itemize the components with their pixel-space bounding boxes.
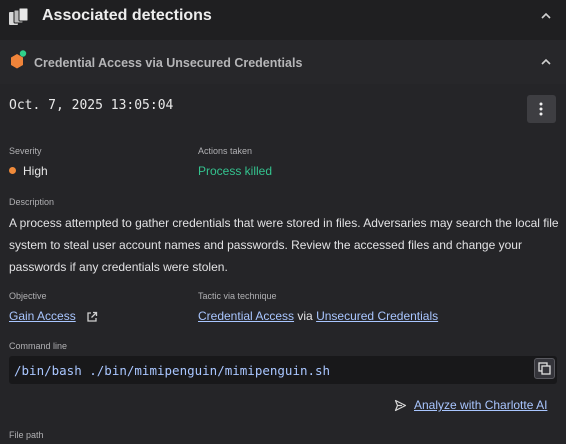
actions-taken-value: Process killed (198, 164, 273, 178)
tactic-line: Credential Access via Unsecured Credenti… (198, 309, 438, 323)
command-line-label: Command line (9, 341, 68, 351)
more-actions-button[interactable] (527, 95, 556, 123)
chevron-up-icon[interactable] (540, 10, 552, 22)
actions-taken-label: Actions taken (198, 146, 253, 156)
copy-icon (538, 362, 551, 375)
copy-command-button[interactable] (534, 358, 555, 379)
panel-title: Associated detections (42, 7, 212, 24)
severity-value: High (23, 164, 48, 178)
description-text: A process attempted to gather credential… (9, 216, 559, 274)
tactic-via-text: via (297, 309, 313, 323)
detection-title: Credential Access via Unsecured Credenti… (34, 56, 303, 70)
objective-link[interactable]: Gain Access (9, 309, 76, 323)
severity-dot (9, 167, 16, 174)
technique-link[interactable]: Unsecured Credentials (316, 309, 438, 323)
analyze-link-label[interactable]: Analyze with Charlotte AI (414, 398, 547, 412)
severity-label: Severity (9, 146, 42, 156)
description-label: Description (9, 197, 55, 207)
detection-header[interactable]: Credential Access via Unsecured Credenti… (0, 40, 566, 84)
send-arrow-icon (394, 399, 407, 412)
stacked-layers-icon (9, 7, 29, 25)
chevron-up-icon[interactable] (540, 56, 552, 68)
external-link-icon[interactable] (86, 311, 98, 323)
objective-label: Objective (9, 291, 47, 301)
command-line-value: /bin/bash ./bin/mimipenguin/mimipenguin.… (14, 363, 331, 378)
file-path-label: File path (9, 430, 44, 440)
detection-timestamp: Oct. 7, 2025 13:05:04 (9, 98, 174, 113)
associated-detections-header[interactable]: Associated detections (0, 0, 566, 34)
command-line-box: /bin/bash ./bin/mimipenguin/mimipenguin.… (9, 356, 557, 384)
kebab-menu-icon (539, 102, 543, 116)
tactic-label: Tactic via technique (198, 291, 277, 301)
hexagon-detection-icon (11, 50, 27, 69)
tactic-link[interactable]: Credential Access (198, 309, 294, 323)
